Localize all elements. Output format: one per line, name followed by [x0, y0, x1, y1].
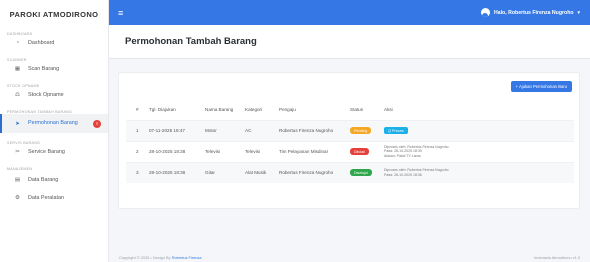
cell-status: Ditolak — [346, 140, 380, 162]
sidebar-item-stock-opname[interactable]: ⚖ Stock Opname — [0, 88, 108, 102]
sidebar-item-scan-barang[interactable]: ▦ Scan Barang — [0, 62, 108, 76]
proses-button[interactable]: Q Proses — [384, 127, 408, 134]
requests-card: + Ajukan Permohonan Baru # Tgl. Diajukan… — [118, 72, 580, 209]
cell-status: Pending — [346, 119, 380, 141]
tools-icon: ✂ — [15, 149, 20, 155]
status-badge: Disetujui — [350, 169, 372, 177]
sidebar: PAROKI ATMODIRONO DASHBOARD ◔ Dashboard … — [0, 0, 109, 262]
gear-icon: ⚙ — [15, 195, 20, 201]
page-header: Permohonan Tambah Barang — [109, 25, 590, 59]
sidebar-item-dashboard[interactable]: ◔ Dashboard — [0, 36, 108, 50]
cell-no: 1 — [126, 119, 145, 141]
sidebar-item-label: Service Barang — [28, 149, 65, 155]
col-header-requester: Pengaju — [279, 106, 296, 112]
cell-requester: Robertus Firenza Nugroho — [275, 161, 346, 183]
user-menu[interactable]: Halo, Robertus Firenza Nugroho ▼ — [480, 8, 581, 17]
footer-version: Inventaris Atmodirono v1.0 — [533, 255, 580, 260]
sidebar-item-label: Permohonan Barang — [28, 120, 78, 127]
sidebar-item-label: Data Barang — [28, 177, 59, 183]
footer: Copyright © 2025 • Design By Robertus Fi… — [109, 253, 590, 262]
col-header-date: Tgl. Diajukan — [149, 106, 176, 112]
add-request-button[interactable]: + Ajukan Permohonan Baru — [510, 81, 572, 92]
cell-date: 28-10-2025 18:36 — [145, 161, 201, 183]
sidebar-item-data-peralatan[interactable]: ⚙ Data Peralatan — [0, 191, 108, 205]
col-header-status: Status — [350, 106, 364, 112]
col-header-name: Nama Barang — [205, 106, 234, 112]
section-manajemen: MANAJEMEN — [7, 167, 33, 171]
barcode-icon: ▦ — [14, 66, 21, 72]
cursor-icon: ➤ — [15, 120, 20, 127]
page-title: Permohonan Tambah Barang — [125, 36, 257, 47]
sidebar-item-label: Data Peralatan — [28, 195, 64, 201]
sidebar-item-label: Scan Barang — [28, 66, 60, 72]
table-row: 1 07-11-2025 18:47 Motor AC Robertus Fir… — [126, 119, 574, 141]
cell-no: 2 — [126, 140, 145, 162]
footer-author-link[interactable]: Robertus Firenza — [172, 255, 202, 260]
table-row: 2 28-10-2025 18:38 Televisi Televisi Tim… — [126, 140, 574, 162]
cell-category: Alat Musik — [241, 161, 275, 183]
sidebar-item-permohonan-barang[interactable]: ➤ Permohonan Barang ! — [0, 114, 108, 133]
cell-name: Televisi — [201, 140, 241, 162]
brand-title: PAROKI ATMODIRONO — [9, 9, 99, 19]
table-row: 3 28-10-2025 18:36 Gitar Alat Musik Robe… — [126, 161, 574, 183]
user-greeting: Halo, Robertus Firenza Nugroho — [493, 9, 574, 16]
cell-no: 3 — [126, 161, 145, 183]
cell-requester: Tim Pelayanan Misdinar — [275, 140, 346, 162]
top-navbar: ≡ Halo, Robertus Firenza Nugroho ▼ — [109, 0, 590, 25]
user-avatar-icon — [480, 8, 490, 17]
cell-requester: Robertus Firenza Nugroho — [275, 119, 346, 141]
hamburger-icon[interactable]: ≡ — [118, 8, 123, 18]
cell-category: Televisi — [241, 140, 275, 162]
cell-category: AC — [241, 119, 275, 141]
cell-date: 07-11-2025 18:47 — [145, 119, 201, 141]
col-header-category: Kategori — [245, 106, 263, 112]
col-header-no: # — [136, 106, 139, 112]
cell-action: Diproses oleh: Robertus Firenza Nugroho … — [380, 140, 574, 162]
cell-date: 28-10-2025 18:38 — [145, 140, 201, 162]
status-badge: Ditolak — [350, 148, 369, 155]
footer-copyright: Copyright © 2025 — [119, 255, 150, 260]
chevron-down-icon: ▼ — [576, 10, 581, 15]
cell-action: Diproses oleh: Robertus Firenza Nugroho … — [380, 161, 574, 183]
table-header-row: # Tgl. Diajukan Nama Barang Kategori Pen… — [126, 99, 574, 120]
cell-name: Gitar — [201, 161, 241, 183]
sidebar-item-label: Stock Opname — [28, 92, 64, 98]
cell-action: Q Proses — [380, 119, 574, 141]
notification-badge: ! — [93, 119, 101, 128]
gauge-icon: ◔ — [15, 40, 20, 46]
col-header-action: Aksi — [384, 106, 393, 112]
footer-design-by: • Design By — [149, 255, 172, 260]
sidebar-item-label: Dashboard — [28, 40, 55, 46]
process-note: Diproses oleh: Robertus Firenza Nugroho … — [384, 144, 449, 158]
boxes-icon: ▤ — [14, 177, 21, 183]
status-badge: Pending — [350, 127, 372, 134]
requests-table: # Tgl. Diajukan Nama Barang Kategori Pen… — [126, 99, 574, 183]
sidebar-item-data-barang[interactable]: ▤ Data Barang — [0, 173, 108, 187]
cell-status: Disetujui — [346, 161, 380, 183]
sidebar-item-service-barang[interactable]: ✂ Service Barang — [0, 145, 108, 159]
cell-name: Motor — [201, 119, 241, 141]
scale-icon: ⚖ — [15, 92, 20, 98]
process-note: Diproses oleh: Robertus Firenza Nugroho … — [384, 168, 449, 177]
